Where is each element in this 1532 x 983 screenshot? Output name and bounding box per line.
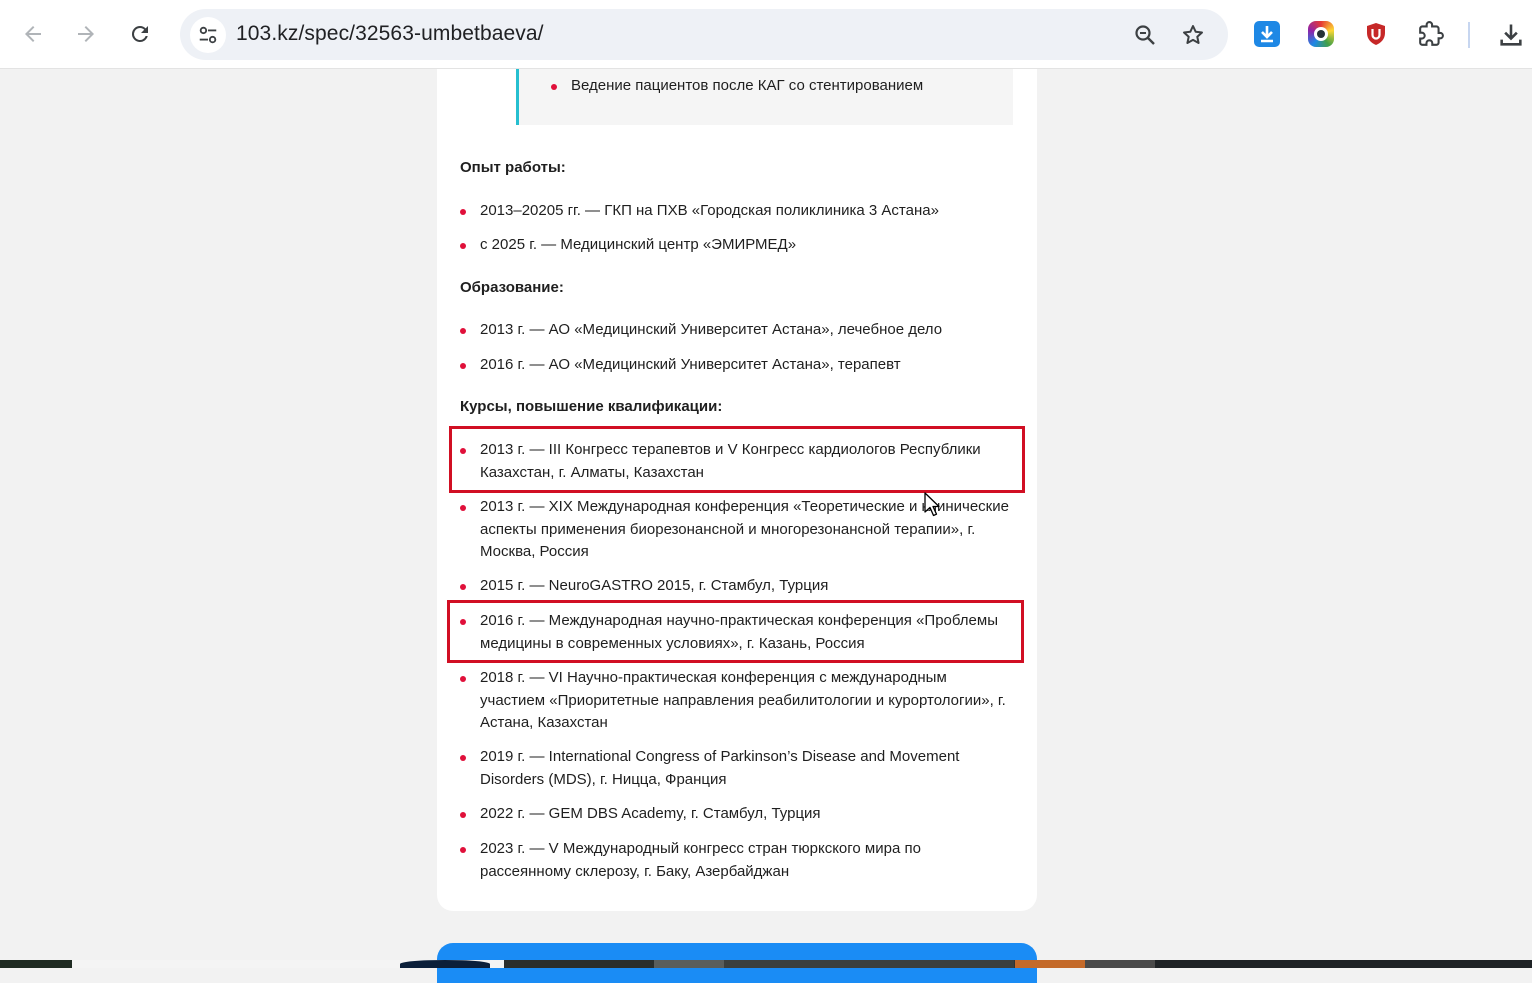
tune-icon xyxy=(199,26,217,44)
list-item: с 2025 г. — Медицинский центр «ЭМИРМЕД» xyxy=(460,234,796,257)
list-item: 2019 г. — International Congress of Park… xyxy=(460,746,959,791)
forward-arrow-icon xyxy=(78,26,94,42)
education-heading: Образование: xyxy=(460,279,564,296)
browser-toolbar: 103.kz/spec/32563-umbetbaeva/ xyxy=(0,0,1532,69)
shield-extension-icon[interactable] xyxy=(1363,21,1389,47)
bullet-icon xyxy=(460,755,466,761)
taskbar xyxy=(0,960,1532,968)
bullet-icon xyxy=(460,847,466,853)
list-item: 2023 г. — V Международный конгресс стран… xyxy=(460,838,921,883)
zoom-icon[interactable] xyxy=(1132,22,1158,48)
highlight-box xyxy=(447,600,1024,663)
address-bar[interactable]: 103.kz/spec/32563-umbetbaeva/ xyxy=(180,9,1228,60)
forward-button[interactable] xyxy=(66,14,106,54)
bullet-icon xyxy=(460,812,466,818)
download-manager-extension-icon[interactable] xyxy=(1254,21,1280,47)
bullet-icon xyxy=(460,209,466,215)
list-item: 2022 г. — GEM DBS Academy, г. Стамбул, Т… xyxy=(460,803,821,826)
site-info-button[interactable] xyxy=(190,17,226,53)
back-button[interactable] xyxy=(13,14,53,54)
bullet-icon xyxy=(460,584,466,590)
bullet-icon xyxy=(460,243,466,249)
list-item: Ведение пациентов после КАГ со стентиров… xyxy=(551,75,923,98)
color-picker-extension-icon[interactable] xyxy=(1308,21,1334,47)
toolbar-separator xyxy=(1468,22,1470,48)
bullet-icon xyxy=(551,84,557,90)
bullet-icon xyxy=(460,328,466,334)
mouse-cursor-icon xyxy=(924,492,940,523)
downloads-icon[interactable] xyxy=(1497,21,1523,47)
bullet-icon xyxy=(460,363,466,369)
bullet-icon xyxy=(460,676,466,682)
reload-button[interactable] xyxy=(120,14,160,54)
extensions-puzzle-icon[interactable] xyxy=(1418,21,1444,47)
experience-heading: Опыт работы: xyxy=(460,159,566,176)
list-item: 2016 г. — АО «Медицинский Университет Ас… xyxy=(460,354,901,377)
courses-heading: Курсы, повышение квалификации: xyxy=(460,398,723,415)
highlight-box xyxy=(449,426,1025,493)
reload-icon xyxy=(131,25,148,42)
back-arrow-icon xyxy=(25,26,41,42)
list-item: 2018 г. — VI Научно-практическая конфере… xyxy=(460,667,1006,735)
url-text[interactable]: 103.kz/spec/32563-umbetbaeva/ xyxy=(236,22,544,46)
bookmark-star-icon[interactable] xyxy=(1180,22,1206,48)
list-item: 2013–20205 гг. — ГКП на ПХВ «Городская п… xyxy=(460,200,939,223)
list-item: 2015 г. — NeuroGASTRO 2015, г. Стамбул, … xyxy=(460,575,828,598)
list-item: 2013 г. — АО «Медицинский Университет Ас… xyxy=(460,319,942,342)
bullet-icon xyxy=(460,505,466,511)
